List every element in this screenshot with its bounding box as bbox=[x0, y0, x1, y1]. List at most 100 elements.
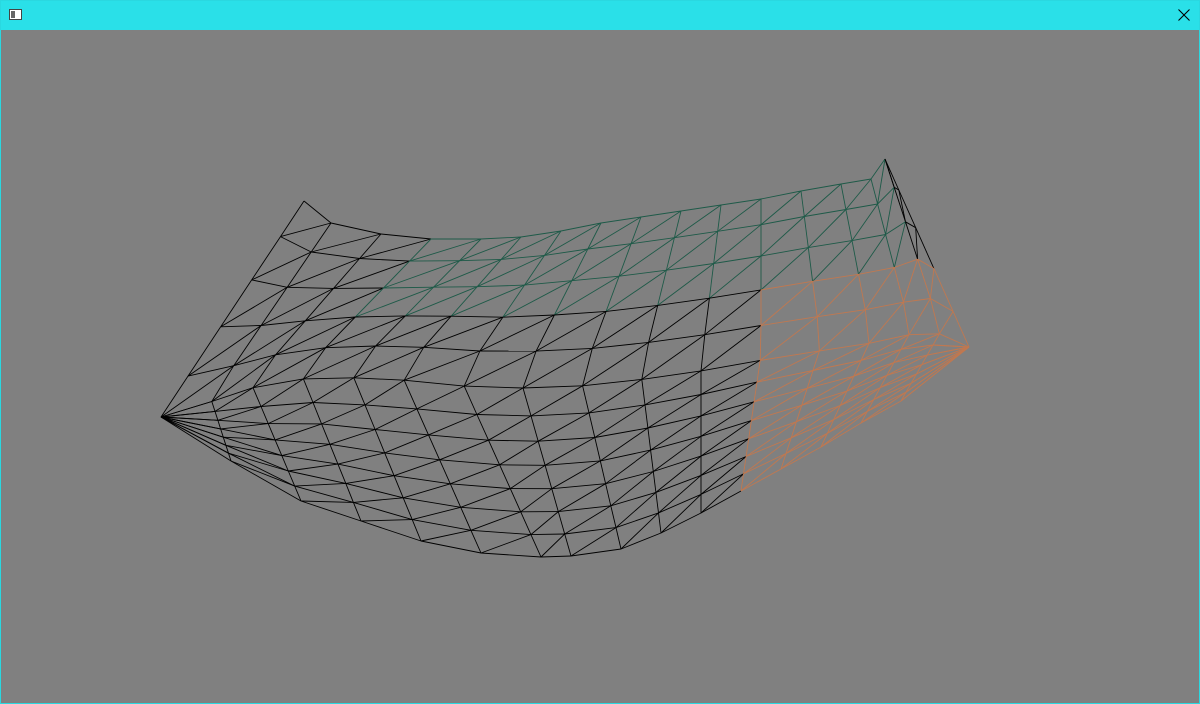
mesh-edge-vertical bbox=[214, 411, 219, 421]
mesh-edge-vertical bbox=[345, 483, 354, 503]
mesh-edge-vertical bbox=[375, 315, 406, 347]
mesh-edge-horizontal bbox=[653, 455, 702, 472]
mesh-edge-diagonal bbox=[709, 255, 762, 299]
mesh-edge-diagonal bbox=[751, 387, 808, 421]
mesh-edge-vertical bbox=[312, 402, 323, 425]
mesh-edge-diagonal bbox=[860, 391, 907, 424]
mesh-edge-vertical bbox=[605, 483, 612, 506]
mesh-edge-diagonal bbox=[658, 475, 702, 514]
mesh-edge-diagonal bbox=[522, 348, 593, 389]
mesh-edge-diagonal bbox=[459, 236, 522, 262]
mesh-edge-diagonal bbox=[488, 415, 532, 441]
mesh-edge-vertical bbox=[416, 408, 429, 436]
mesh-edge-diagonal bbox=[929, 268, 935, 299]
mesh-edge-horizontal bbox=[251, 279, 288, 288]
mesh-edge-horizontal bbox=[756, 370, 814, 383]
mesh-edge-diagonal bbox=[274, 423, 322, 441]
mesh-edge-horizontal bbox=[845, 203, 878, 210]
mesh-edge-horizontal bbox=[311, 251, 360, 259]
mesh-edge-diagonal bbox=[470, 511, 521, 531]
mesh-edge-horizontal bbox=[230, 460, 302, 502]
mesh-edge-diagonal bbox=[420, 529, 471, 542]
mesh-edge-diagonal bbox=[423, 316, 503, 348]
mesh-edge-diagonal bbox=[653, 435, 702, 472]
mesh-edge-horizontal bbox=[502, 314, 555, 318]
mesh-edge-horizontal bbox=[785, 432, 828, 454]
mesh-edge-vertical bbox=[851, 240, 859, 275]
mesh-edge-horizontal bbox=[275, 439, 330, 445]
mesh-edge-horizontal bbox=[217, 419, 269, 425]
mesh-edge-diagonal bbox=[845, 178, 872, 210]
render-viewport[interactable] bbox=[1, 30, 1199, 703]
mesh-edge-vertical bbox=[641, 342, 650, 380]
mesh-edge-vertical bbox=[520, 511, 532, 535]
mesh-edge-diagonal bbox=[416, 385, 465, 410]
mesh-edge-diagonal bbox=[537, 412, 590, 442]
mesh-edge-horizontal bbox=[908, 333, 940, 336]
mesh-edge-vertical bbox=[411, 519, 422, 542]
mesh-edge-horizontal bbox=[858, 267, 895, 275]
mesh-edge-horizontal bbox=[808, 240, 853, 249]
mesh-edge-vertical bbox=[354, 287, 384, 318]
mesh-edge-horizontal bbox=[700, 438, 749, 457]
mesh-edge-diagonal bbox=[520, 488, 553, 513]
mesh-edge-vertical bbox=[403, 347, 425, 381]
mesh-edge-horizontal bbox=[680, 204, 722, 212]
mesh-edge-horizontal bbox=[700, 381, 758, 395]
mesh-edge-diagonal bbox=[898, 189, 906, 222]
mesh-edge-horizontal bbox=[655, 474, 702, 493]
mesh-edge-vertical bbox=[650, 450, 654, 472]
mesh-edge-vertical bbox=[644, 404, 649, 429]
mesh-edge-horizontal bbox=[658, 493, 702, 514]
mesh-edge-diagonal bbox=[220, 286, 288, 328]
close-button[interactable] bbox=[1169, 1, 1199, 30]
mesh-edge-horizontal bbox=[499, 464, 546, 466]
mesh-edge-horizontal bbox=[420, 540, 482, 554]
mesh-edge-horizontal bbox=[700, 401, 755, 417]
mesh-edge-vertical bbox=[753, 382, 758, 402]
mesh-edge-vertical bbox=[364, 404, 376, 430]
mesh-edge-vertical bbox=[275, 320, 306, 356]
mesh-edge-vertical bbox=[557, 511, 566, 535]
mesh-edge-vertical bbox=[605, 276, 620, 312]
mesh-edge-diagonal bbox=[476, 387, 524, 415]
mesh-edge-diagonal bbox=[641, 334, 706, 380]
mesh-edge-horizontal bbox=[480, 236, 522, 240]
mesh-edge-vertical bbox=[374, 429, 386, 454]
mesh-edge-diagonal bbox=[450, 464, 500, 485]
mesh-edge-vertical bbox=[220, 279, 253, 328]
mesh-edge-horizontal bbox=[412, 519, 471, 531]
mesh-edge-horizontal bbox=[833, 399, 874, 421]
mesh-edge-horizontal bbox=[812, 360, 862, 371]
mesh-edge-diagonal bbox=[439, 439, 489, 461]
mesh-edge-diagonal bbox=[412, 506, 461, 521]
mesh-edge-vertical bbox=[743, 456, 747, 474]
mesh-edge-diagonal bbox=[393, 459, 440, 477]
mesh-edge-vertical bbox=[220, 428, 224, 438]
mesh-edge-vertical bbox=[450, 286, 478, 317]
mesh-edge-horizontal bbox=[428, 434, 489, 441]
mesh-edge-horizontal bbox=[470, 529, 531, 536]
mesh-edge-diagonal bbox=[760, 216, 805, 257]
mesh-edge-diagonal bbox=[433, 258, 502, 288]
mesh-edge-diagonal bbox=[480, 534, 532, 554]
mesh-edge-vertical bbox=[274, 439, 283, 456]
mesh-edge-diagonal bbox=[160, 365, 234, 418]
mesh-edge-diagonal bbox=[403, 483, 451, 499]
app-icon[interactable] bbox=[9, 9, 22, 20]
mesh-edge-vertical bbox=[717, 204, 722, 232]
title-bar[interactable] bbox=[1, 1, 1199, 30]
mesh-edge-horizontal bbox=[641, 370, 702, 380]
mesh-edge-horizontal bbox=[840, 387, 881, 406]
mesh-edge-horizontal bbox=[560, 222, 602, 232]
mesh-edge-vertical bbox=[700, 334, 706, 371]
mesh-edge-horizontal bbox=[538, 437, 595, 442]
mesh-edge-horizontal bbox=[337, 463, 395, 477]
mesh-edge-vertical bbox=[260, 406, 269, 424]
mesh-edge-vertical bbox=[321, 423, 331, 445]
mesh-edge-horizontal bbox=[801, 390, 848, 406]
mesh-edge-diagonal bbox=[337, 452, 385, 465]
mesh-edge-vertical bbox=[708, 263, 715, 299]
mesh-edge-vertical bbox=[803, 216, 809, 248]
mesh-edge-diagonal bbox=[305, 287, 384, 322]
